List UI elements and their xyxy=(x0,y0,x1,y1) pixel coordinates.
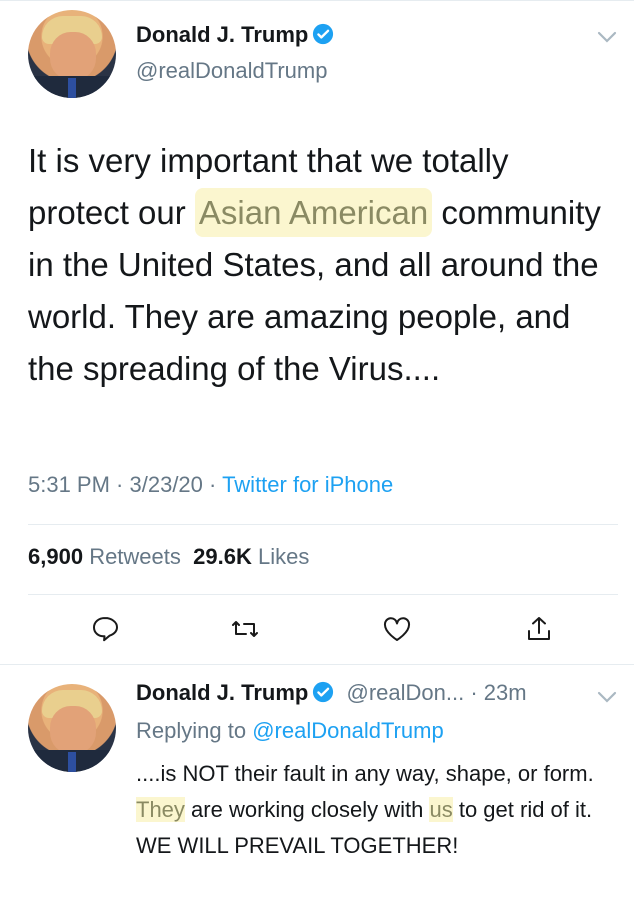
verified-badge-icon xyxy=(313,681,334,703)
replying-label: Replying to xyxy=(136,718,247,743)
reply-age: 23m xyxy=(483,680,527,705)
tweet-author-name[interactable]: Donald J. Trump xyxy=(136,22,334,48)
retweets-stat[interactable]: 6,900 Retweets xyxy=(28,544,181,569)
divider xyxy=(0,664,634,665)
divider xyxy=(28,524,618,525)
replying-to: Replying to @realDonaldTrump xyxy=(136,718,444,744)
divider xyxy=(28,594,618,595)
chevron-down-icon[interactable] xyxy=(596,690,618,704)
likes-count: 29.6K xyxy=(193,544,252,569)
tweet-author-handle[interactable]: @realDonaldTrump xyxy=(136,58,327,84)
top-divider xyxy=(0,0,634,6)
verified-badge-icon xyxy=(313,23,334,45)
tweet-date[interactable]: 3/23/20 xyxy=(130,472,203,497)
retweet-icon[interactable] xyxy=(230,614,260,644)
tweet-text: It is very important that we totally pro… xyxy=(28,135,618,395)
retweets-label: Retweets xyxy=(89,544,181,569)
share-icon[interactable] xyxy=(524,614,554,644)
author-name-text: Donald J. Trump xyxy=(136,22,309,47)
likes-stat[interactable]: 29.6K Likes xyxy=(193,544,309,569)
highlighted-word: They xyxy=(136,797,185,822)
reply-icon[interactable] xyxy=(90,614,120,644)
tweet-source-link[interactable]: Twitter for iPhone xyxy=(222,472,393,497)
tweet-stats: 6,900 Retweets 29.6K Likes xyxy=(28,544,309,570)
retweets-count: 6,900 xyxy=(28,544,84,569)
replying-to-link[interactable]: @realDonaldTrump xyxy=(252,718,443,743)
reply-avatar[interactable] xyxy=(28,684,116,772)
highlighted-word: us xyxy=(429,797,453,822)
reply-text: ....is NOT their fault in any way, shape… xyxy=(136,756,616,864)
reply-author-line[interactable]: Donald J. Trump @realDon... · 23m xyxy=(136,680,527,706)
reply-author-handle: @realDon... xyxy=(346,680,465,705)
chevron-down-icon[interactable] xyxy=(596,30,618,44)
reply-author-name: Donald J. Trump xyxy=(136,680,309,705)
highlighted-phrase: Asian American xyxy=(194,188,433,237)
avatar[interactable] xyxy=(28,10,116,98)
reply-text-part: are working closely with xyxy=(184,797,430,822)
tweet-meta: 5:31 PM · 3/23/20 · Twitter for iPhone xyxy=(28,472,394,497)
like-icon[interactable] xyxy=(382,614,412,644)
likes-label: Likes xyxy=(257,544,310,569)
tweet-time[interactable]: 5:31 PM xyxy=(28,472,110,497)
reply-text-part: ....is NOT their fault in any way, shape… xyxy=(136,761,594,786)
